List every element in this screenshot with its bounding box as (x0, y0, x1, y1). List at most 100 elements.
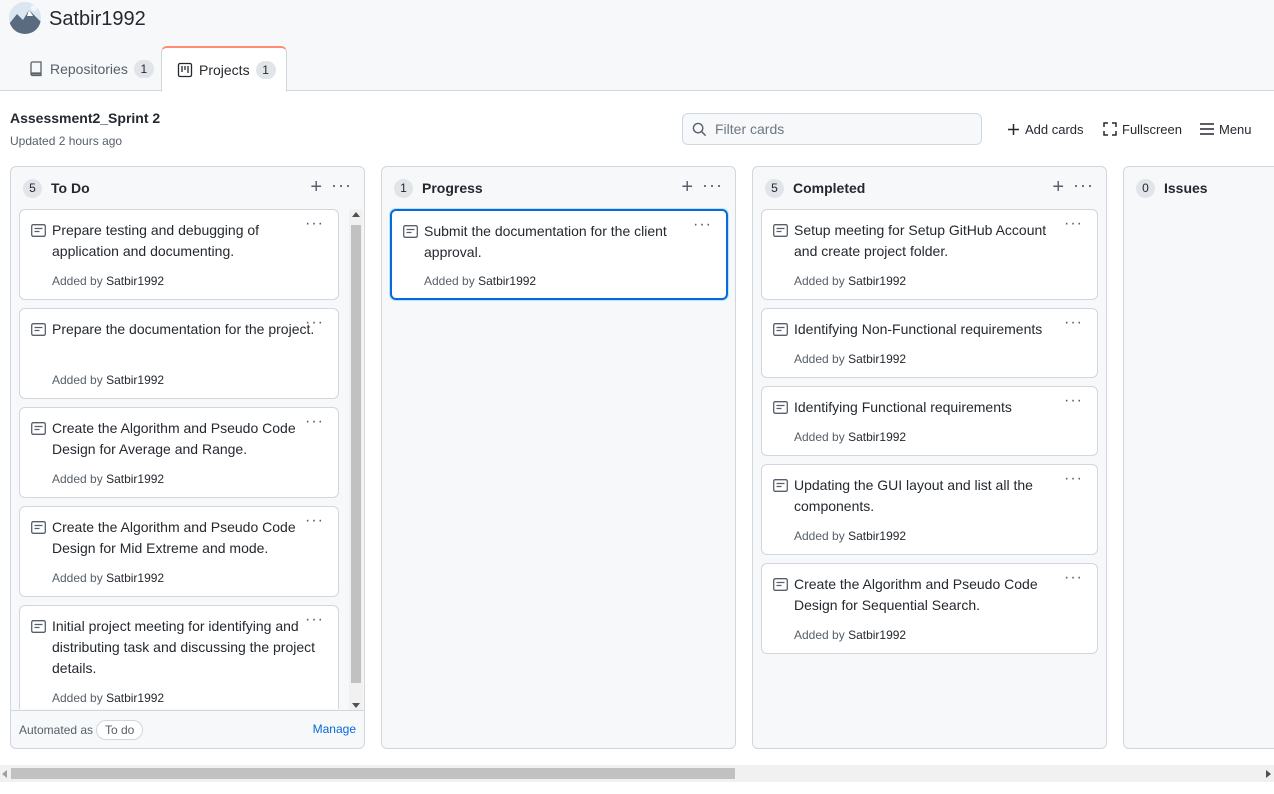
card-more-icon[interactable]: ··· (1064, 393, 1083, 409)
column-count: 5 (765, 179, 784, 198)
column-more-icon[interactable]: ··· (331, 176, 352, 194)
card-note: Initial project meeting for identifying … (52, 618, 316, 676)
card-meta: Added by Satbir1992 (794, 352, 906, 366)
note-icon (403, 225, 418, 243)
card-added-by: Added by (794, 352, 845, 366)
card-note: Setup meeting for Setup GitHub Account a… (794, 222, 1047, 259)
card-more-icon[interactable]: ··· (305, 513, 324, 529)
note-icon (773, 224, 788, 242)
avatar[interactable] (9, 2, 41, 34)
card-added-by: Added by (52, 472, 103, 486)
card-more-icon[interactable]: ··· (1064, 216, 1083, 232)
card-more-icon[interactable]: ··· (1064, 471, 1083, 487)
org-name[interactable]: Satbir1992 (49, 8, 146, 31)
filter-cards[interactable] (682, 113, 982, 145)
card-user-link[interactable]: Satbir1992 (106, 571, 164, 585)
card-user-link[interactable]: Satbir1992 (848, 352, 906, 366)
plus-icon (1007, 123, 1020, 136)
scroll-down-arrow-icon[interactable] (352, 703, 360, 708)
repo-icon (28, 60, 44, 77)
note-icon (31, 323, 46, 341)
scrollbar-thumb[interactable] (351, 225, 361, 683)
automation-preset-badge: To do (96, 720, 144, 740)
note-icon (31, 620, 46, 638)
card-meta: Added by Satbir1992 (794, 274, 906, 288)
card[interactable]: Create the Algorithm and Pseudo Code Des… (761, 563, 1098, 654)
add-cards-button[interactable]: Add cards (1007, 120, 1084, 138)
board-horizontal-scrollbar[interactable] (0, 765, 1274, 782)
card[interactable]: Setup meeting for Setup GitHub Account a… (761, 209, 1098, 300)
card[interactable]: Initial project meeting for identifying … (19, 605, 339, 709)
tab-projects-label: Projects (199, 61, 250, 78)
card-user-link[interactable]: Satbir1992 (106, 691, 164, 705)
scroll-left-arrow-icon[interactable] (2, 770, 7, 778)
scroll-up-arrow-icon[interactable] (352, 212, 360, 217)
card-added-by: Added by (794, 529, 845, 543)
card[interactable]: Prepare the documentation for the projec… (19, 308, 339, 399)
column-add-icon[interactable]: + (310, 177, 322, 197)
horizontal-scrollbar-thumb[interactable] (11, 768, 735, 779)
column-count: 1 (394, 179, 413, 198)
card-more-icon[interactable]: ··· (1064, 315, 1083, 331)
column-scrollbar[interactable] (349, 209, 363, 711)
card-added-by: Added by (52, 373, 103, 387)
card-user-link[interactable]: Satbir1992 (848, 430, 906, 444)
card-note: Create the Algorithm and Pseudo Code Des… (52, 519, 296, 556)
card-more-icon[interactable]: ··· (305, 612, 324, 628)
menu-button[interactable]: Menu (1200, 120, 1252, 138)
column-add-icon[interactable]: + (1052, 177, 1064, 197)
card-more-icon[interactable]: ··· (305, 414, 324, 430)
note-icon (773, 401, 788, 419)
menu-label: Menu (1219, 121, 1252, 137)
card-meta: Added by Satbir1992 (52, 373, 164, 387)
card-added-by: Added by (794, 274, 845, 288)
avatar-image-icon (9, 2, 41, 34)
card-note: Create the Algorithm and Pseudo Code Des… (794, 576, 1038, 613)
filter-cards-input[interactable] (715, 114, 975, 144)
card-meta: Added by Satbir1992 (794, 628, 906, 642)
card-note: Prepare the documentation for the projec… (52, 321, 315, 337)
card-more-icon[interactable]: ··· (305, 216, 324, 232)
column-todo: 5 To Do + ··· Prepare testing and debugg… (10, 166, 365, 749)
card-more-icon[interactable]: ··· (693, 217, 712, 233)
card[interactable]: Create the Algorithm and Pseudo Code Des… (19, 506, 339, 597)
column-more-icon[interactable]: ··· (702, 176, 723, 194)
column-name: Completed (793, 180, 866, 196)
note-icon (31, 224, 46, 242)
scroll-right-arrow-icon[interactable] (1266, 770, 1271, 778)
card-user-link[interactable]: Satbir1992 (478, 274, 536, 288)
card-more-icon[interactable]: ··· (1064, 570, 1083, 586)
column-name: Progress (422, 180, 483, 196)
card-user-link[interactable]: Satbir1992 (848, 628, 906, 642)
card-note: Identifying Functional requirements (794, 399, 1012, 415)
tab-projects[interactable]: Projects 1 (161, 46, 287, 92)
card[interactable]: Updating the GUI layout and list all the… (761, 464, 1098, 555)
fullscreen-button[interactable]: Fullscreen (1103, 120, 1182, 138)
column-footer: Automated as To do Manage (11, 710, 364, 748)
card[interactable]: Identifying Functional requirements ··· … (761, 386, 1098, 456)
card-user-link[interactable]: Satbir1992 (106, 274, 164, 288)
card-more-icon[interactable]: ··· (305, 315, 324, 331)
column-header: 5 Completed + ··· (753, 167, 1106, 209)
card-added-by: Added by (794, 628, 845, 642)
card[interactable]: Submit the documentation for the client … (390, 209, 728, 300)
card[interactable]: Create the Algorithm and Pseudo Code Des… (19, 407, 339, 498)
card-added-by: Added by (52, 571, 103, 585)
project-title: Assessment2_Sprint 2 (10, 110, 161, 126)
note-icon (31, 521, 46, 539)
card-user-link[interactable]: Satbir1992 (848, 274, 906, 288)
column-more-icon[interactable]: ··· (1073, 176, 1094, 194)
card[interactable]: Identifying Non-Functional requirements … (761, 308, 1098, 378)
column-add-icon[interactable]: + (681, 177, 693, 197)
add-cards-label: Add cards (1025, 121, 1084, 137)
note-icon (773, 323, 788, 341)
card-note: Prepare testing and debugging of applica… (52, 222, 260, 259)
tab-repositories[interactable]: Repositories 1 (16, 46, 156, 91)
fullscreen-label: Fullscreen (1122, 121, 1182, 137)
card[interactable]: Prepare testing and debugging of applica… (19, 209, 339, 300)
manage-automation-link[interactable]: Manage (313, 722, 356, 736)
card-user-link[interactable]: Satbir1992 (848, 529, 906, 543)
card-user-link[interactable]: Satbir1992 (106, 373, 164, 387)
card-user-link[interactable]: Satbir1992 (106, 472, 164, 486)
note-icon (773, 479, 788, 497)
